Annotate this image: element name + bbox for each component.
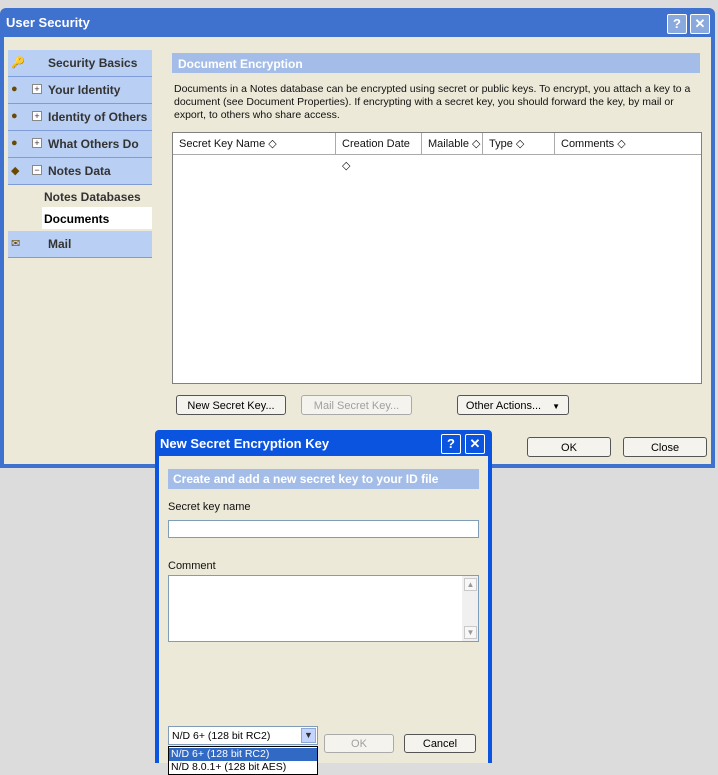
new-secret-key-dialog: New Secret Encryption Key ? ✕ Create and… xyxy=(155,430,492,775)
chevron-down-icon[interactable]: ▼ xyxy=(301,728,316,743)
key-icon: 🔑 xyxy=(11,57,25,69)
collapse-icon[interactable]: − xyxy=(32,165,42,175)
ok-button[interactable]: OK xyxy=(527,437,611,457)
dialog-close-button[interactable]: ✕ xyxy=(465,434,485,454)
mail-secret-key-button[interactable]: Mail Secret Key... xyxy=(301,395,412,415)
sidebar-item-what-others-do[interactable]: ● + What Others Do xyxy=(8,131,152,158)
scroll-down-icon[interactable]: ▼ xyxy=(464,626,477,639)
description-text: Documents in a Notes database can be enc… xyxy=(174,83,691,121)
sort-icon: ◇ xyxy=(342,160,351,172)
title-bar[interactable]: User Security ? ✕ xyxy=(0,8,715,36)
window-body: 🔑 Security Basics ● + Your Identity ● + … xyxy=(4,37,711,464)
dialog-header: Create and add a new secret key to your … xyxy=(168,469,479,489)
sort-icon: ◇ xyxy=(472,138,481,150)
scrollbar[interactable]: ▲ ▼ xyxy=(462,576,478,641)
sidebar-subitem-label: Notes Databases xyxy=(44,190,141,204)
main-panel: Document Encryption Documents in a Notes… xyxy=(160,37,711,464)
help-button[interactable]: ? xyxy=(667,14,687,34)
sidebar-item-your-identity[interactable]: ● + Your Identity xyxy=(8,77,152,104)
close-button[interactable]: ✕ xyxy=(690,14,710,34)
people-icon: ● xyxy=(11,137,18,149)
column-header-mailable[interactable]: Mailable ◇ xyxy=(422,133,483,155)
mail-icon: ✉ xyxy=(11,238,21,250)
key-type-select[interactable]: N/D 6+ (128 bit RC2) ▼ xyxy=(168,726,318,745)
sidebar-subitem-label: Documents xyxy=(44,212,110,226)
other-actions-button[interactable]: Other Actions... ▼ xyxy=(457,395,569,415)
dialog-help-button[interactable]: ? xyxy=(441,434,461,454)
sidebar-item-label: Security Basics xyxy=(48,56,138,70)
option-item[interactable]: N/D 6+ (128 bit RC2) xyxy=(169,748,317,761)
sidebar-subitem-notes-databases[interactable]: Notes Databases xyxy=(42,185,152,207)
dialog-cancel-button[interactable]: Cancel xyxy=(404,734,476,753)
secret-key-name-label: Secret key name xyxy=(168,501,251,513)
expand-icon[interactable]: + xyxy=(32,84,42,94)
dialog-body: Create and add a new secret key to your … xyxy=(159,456,488,775)
user-security-window: User Security ? ✕ 🔑 Security Basics ● + … xyxy=(0,8,715,468)
sidebar-item-label: Identity of Others xyxy=(48,110,148,124)
column-header-type[interactable]: Type ◇ xyxy=(483,133,555,155)
sidebar-item-mail[interactable]: ✉ Mail xyxy=(8,231,152,258)
sidebar-item-identity-of-others[interactable]: ● + Identity of Others xyxy=(8,104,152,131)
sidebar-item-label: What Others Do xyxy=(48,137,139,151)
expand-icon[interactable]: + xyxy=(32,138,42,148)
key-type-options: N/D 6+ (128 bit RC2) N/D 8.0.1+ (128 bit… xyxy=(168,746,318,775)
secret-key-name-input[interactable] xyxy=(168,520,479,538)
selected-value: N/D 6+ (128 bit RC2) xyxy=(172,730,271,742)
sidebar-item-label: Your Identity xyxy=(48,83,121,97)
sidebar-subitem-documents[interactable]: Documents xyxy=(42,207,152,229)
sort-icon: ◇ xyxy=(268,138,277,150)
identity-icon: ● xyxy=(11,83,18,95)
sidebar: 🔑 Security Basics ● + Your Identity ● + … xyxy=(4,37,156,464)
dialog-title: New Secret Encryption Key xyxy=(160,436,330,451)
column-header-secret-key-name[interactable]: Secret Key Name ◇ xyxy=(173,133,336,155)
dropdown-arrow-icon: ▼ xyxy=(552,402,561,411)
other-actions-label: Other Actions... xyxy=(465,400,542,412)
column-header-creation-date[interactable]: Creation Date ◇ xyxy=(336,133,422,172)
comment-textarea[interactable]: ▲ ▼ xyxy=(168,575,479,642)
notes-data-icon: ◆ xyxy=(11,165,20,177)
section-header: Document Encryption xyxy=(172,53,700,73)
column-header-comments[interactable]: Comments ◇ xyxy=(555,133,701,155)
sidebar-item-label: Mail xyxy=(48,237,72,251)
new-secret-key-button[interactable]: New Secret Key... xyxy=(176,395,286,415)
scroll-up-icon[interactable]: ▲ xyxy=(464,578,477,591)
dialog-ok-button[interactable]: OK xyxy=(324,734,394,753)
others-icon: ● xyxy=(11,110,18,122)
expand-icon[interactable]: + xyxy=(32,111,42,121)
sidebar-item-label: Notes Data xyxy=(48,164,111,178)
sort-icon: ◇ xyxy=(515,138,525,150)
sort-icon: ◇ xyxy=(617,138,626,150)
section-title: Document Encryption xyxy=(178,57,303,71)
secret-key-list[interactable]: Secret Key Name ◇ Creation Date ◇ Mailab… xyxy=(172,132,702,384)
window-title: User Security xyxy=(6,15,90,30)
sidebar-item-security-basics[interactable]: 🔑 Security Basics xyxy=(8,50,152,77)
comment-label: Comment xyxy=(168,560,216,572)
close-window-button[interactable]: Close xyxy=(623,437,707,457)
sidebar-item-notes-data[interactable]: ◆ − Notes Data xyxy=(8,158,152,185)
dialog-header-text: Create and add a new secret key to your … xyxy=(173,472,439,486)
